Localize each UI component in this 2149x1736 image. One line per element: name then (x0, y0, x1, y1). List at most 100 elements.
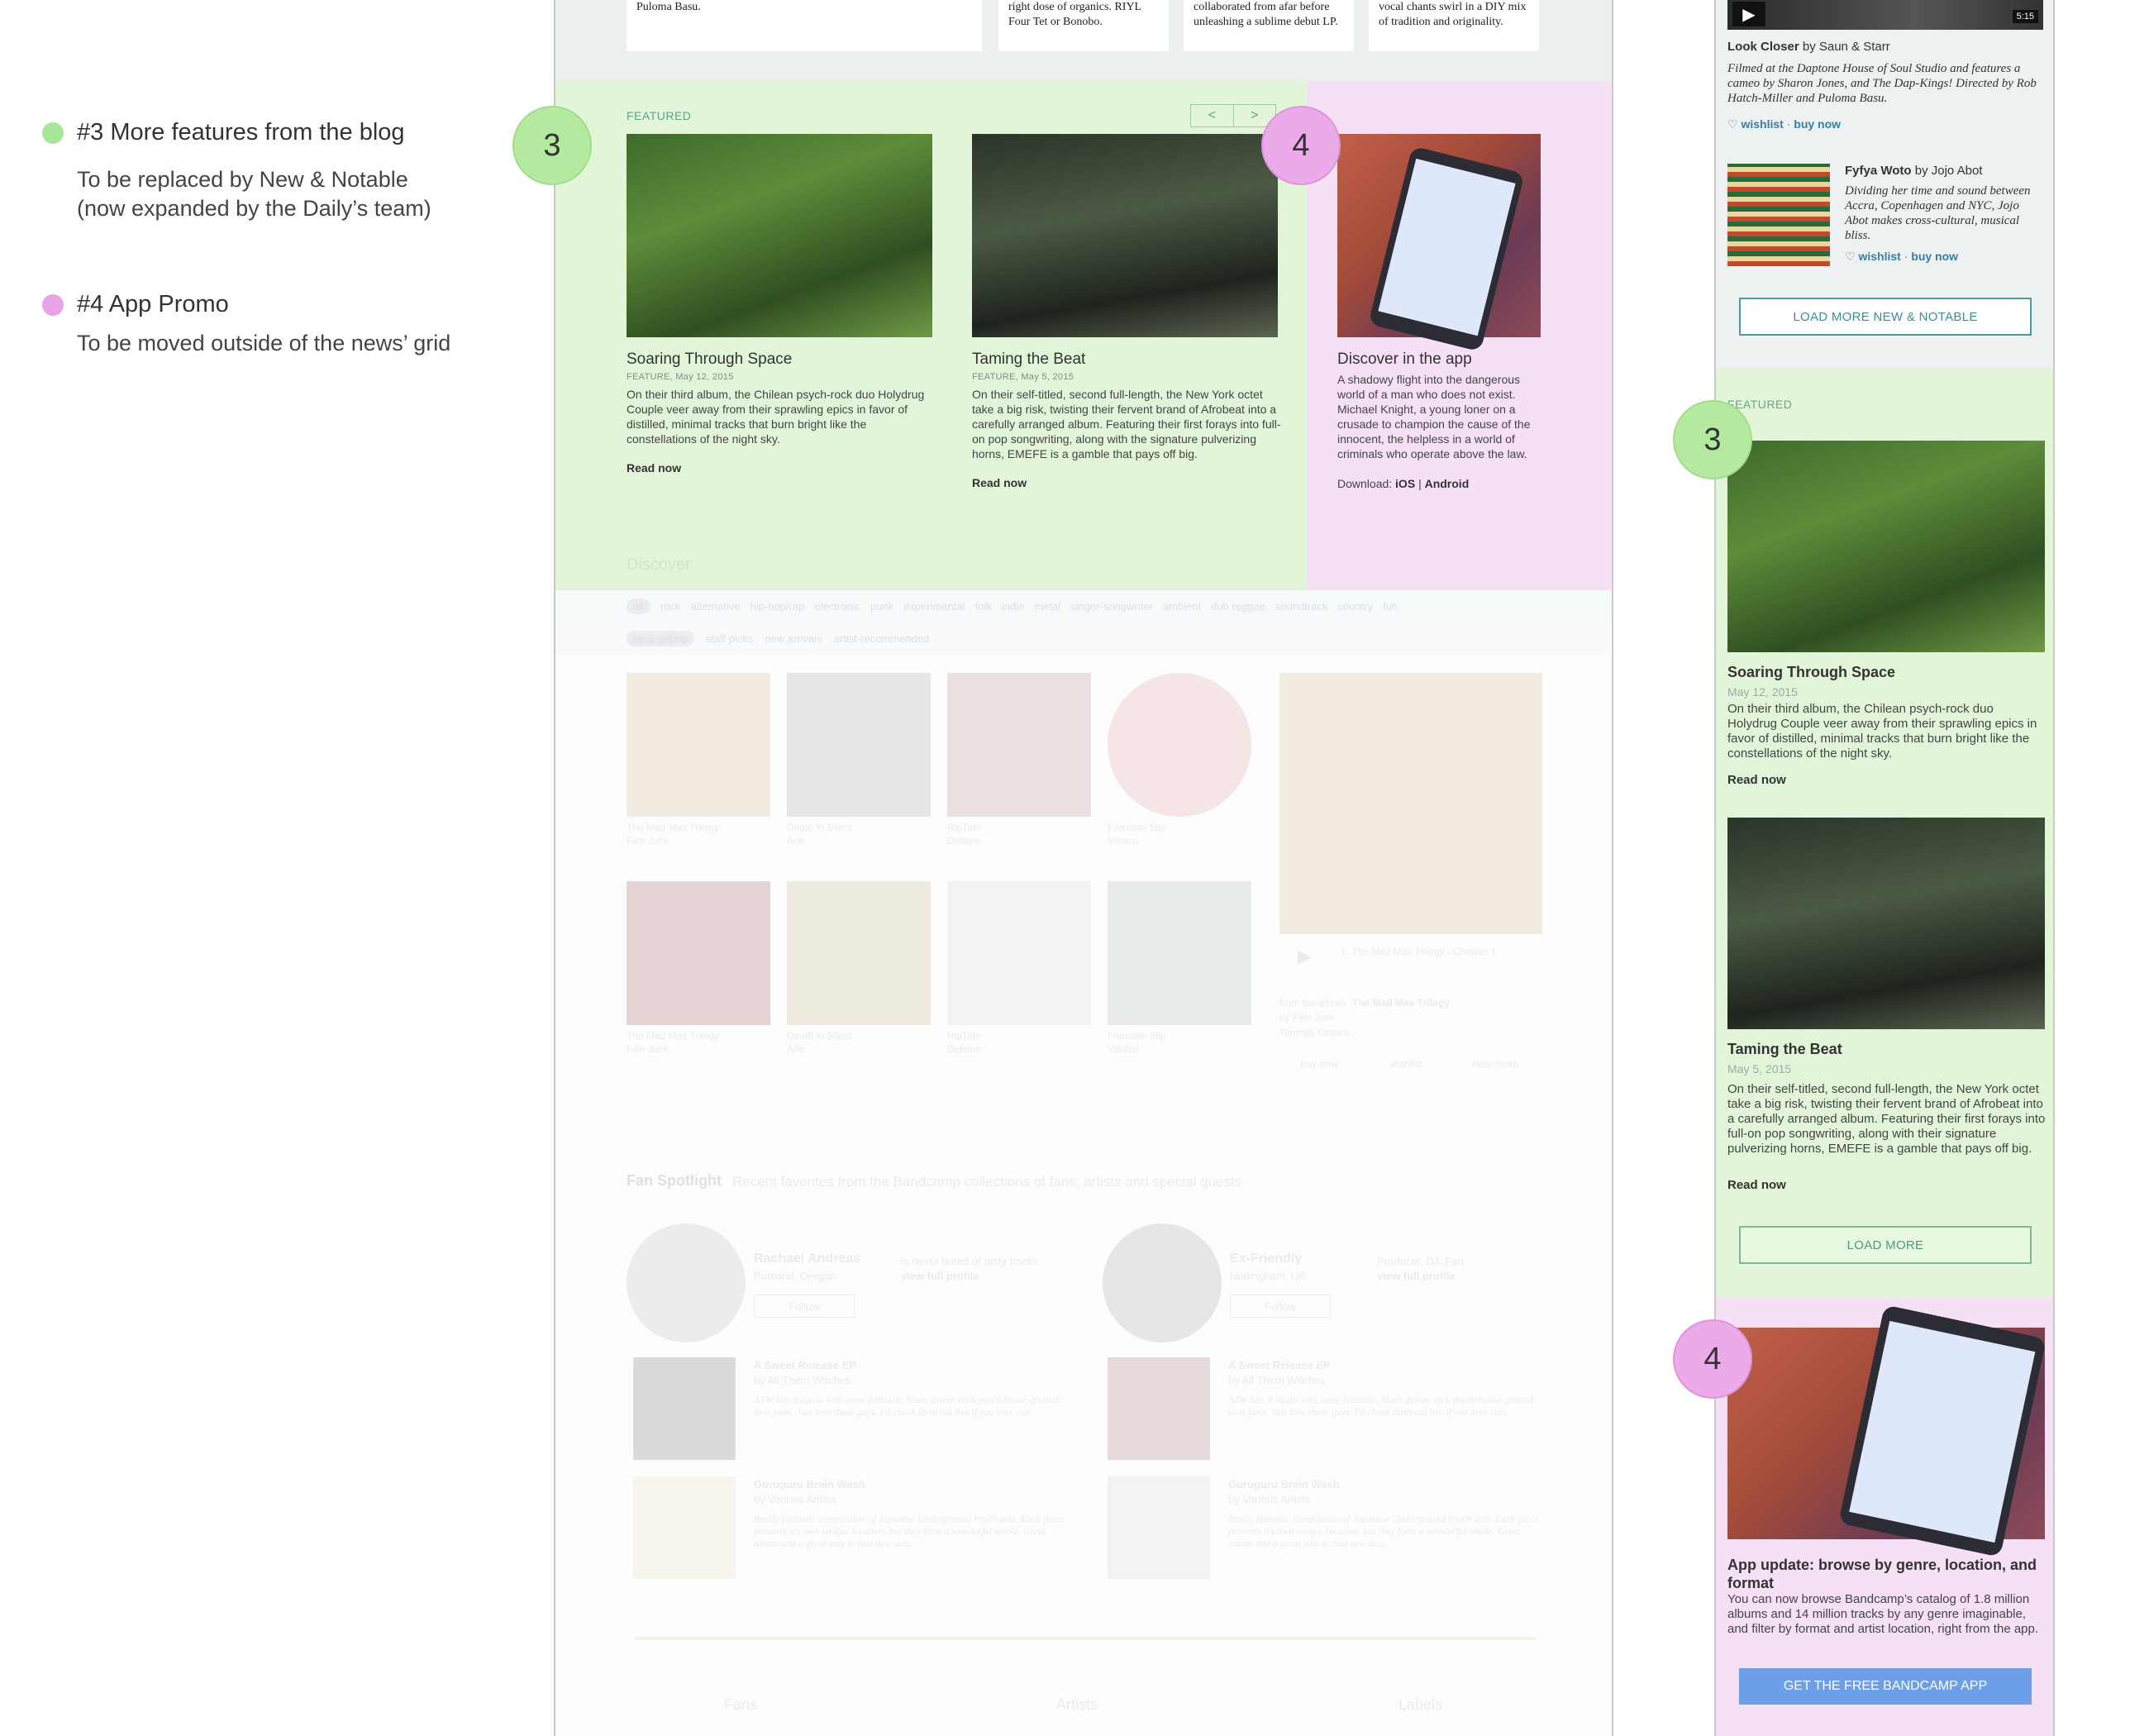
album-cover[interactable] (1108, 673, 1251, 817)
fan-profile-link[interactable]: view full profile (1377, 1270, 1456, 1282)
feature-read-now-soaring[interactable]: Read now (627, 461, 681, 475)
player-buy-button[interactable]: buy now (1301, 1058, 1338, 1070)
load-more-new-notable-button[interactable]: LOAD MORE NEW & NOTABLE (1739, 298, 2032, 336)
bottom-tab-fans[interactable]: Fans (724, 1696, 757, 1714)
mobile-app-promo-image[interactable] (1727, 1304, 2047, 1557)
bottom-tab-labels[interactable]: Labels (1399, 1696, 1442, 1714)
genre-chip[interactable]: soundtrack (1275, 600, 1328, 613)
player-cover[interactable] (1279, 673, 1542, 934)
album-artist: Delaine (947, 1043, 981, 1055)
video-thumbnail[interactable]: ▶ 5:15 (1727, 0, 2043, 30)
app-promo-image[interactable] (1337, 134, 1541, 352)
wishlist-link[interactable]: wishlist (1741, 117, 1783, 131)
play-icon[interactable]: ▶ (1732, 2, 1765, 26)
fan-avatar[interactable] (1103, 1223, 1222, 1343)
wishlist-link[interactable]: wishlist (1858, 250, 1900, 263)
mobile-feature-title-taming[interactable]: Taming the Beat (1727, 1041, 1842, 1058)
album-cover[interactable] (627, 881, 770, 1025)
mobile-featured-zone: FEATURED Soaring Through Space May 12, 2… (1716, 368, 2053, 1298)
release-cover[interactable] (1108, 1357, 1210, 1460)
get-free-app-button[interactable]: GET THE FREE BANDCAMP APP (1739, 1668, 2032, 1705)
nn-item-2-title[interactable]: Fyfya Woto (1845, 164, 1912, 178)
release-title[interactable]: A Sweet Release EP (754, 1359, 856, 1371)
mobile-feature-image-taming[interactable] (1727, 818, 2045, 1029)
album-title[interactable]: The Mad Max Trilogy (627, 822, 719, 833)
feature-image-taming[interactable] (972, 134, 1278, 337)
player-album[interactable]: The Mad Max Trilogy (1352, 997, 1450, 1009)
genre-chip[interactable]: alternative (691, 600, 741, 613)
heart-icon[interactable]: ♡ (1727, 117, 1738, 131)
sort-chip[interactable]: artist-recommended (834, 632, 930, 645)
album-title[interactable]: Freudian Slip (1108, 1030, 1166, 1042)
genre-chip[interactable]: singer-songwriter (1070, 600, 1153, 613)
album-cover[interactable] (1108, 881, 1251, 1025)
genre-chip[interactable]: electronic (814, 600, 860, 613)
load-more-featured-button[interactable]: LOAD MORE (1739, 1226, 2032, 1264)
mobile-feature-image-soaring[interactable] (1727, 441, 2045, 652)
bottom-tab-artists[interactable]: Artists (1056, 1696, 1098, 1714)
genre-chip[interactable]: dub reggae (1211, 600, 1265, 613)
genre-chip[interactable]: punk (870, 600, 893, 613)
fan-name[interactable]: Rachael Andreas (754, 1252, 860, 1266)
album-title[interactable]: Death In Silent (787, 822, 852, 833)
release-title[interactable]: Guruguru Brain Wash (754, 1478, 865, 1490)
genre-chip[interactable]: ambient (1163, 600, 1201, 613)
genre-chip[interactable]: all (627, 598, 651, 614)
feature-image-soaring[interactable] (627, 134, 932, 337)
top-card-3: collaborated from afar before unleashing… (1184, 0, 1354, 51)
mobile-feature-read-now-taming[interactable]: Read now (1727, 1178, 1786, 1192)
release-title[interactable]: Guruguru Brain Wash (1228, 1478, 1340, 1490)
action-dot: · (1904, 250, 1908, 263)
app-promo-title[interactable]: Discover in the app (1337, 351, 1472, 369)
album-title[interactable]: The Mad Max Trilogy (627, 1030, 719, 1042)
fan-follow-button[interactable]: Follow (1230, 1295, 1331, 1318)
album-cover[interactable] (947, 881, 1091, 1025)
mobile-feature-read-now-soaring[interactable]: Read now (1727, 773, 1786, 787)
fan-follow-button[interactable]: Follow (754, 1295, 855, 1318)
album-title[interactable]: RipTide (947, 1030, 981, 1042)
player-hear-more-button[interactable]: hear more (1473, 1058, 1518, 1070)
sort-chip[interactable]: staff picks (706, 632, 754, 645)
fan-name[interactable]: Ex-Friendly (1230, 1252, 1302, 1266)
genre-chip[interactable]: country (1337, 600, 1373, 613)
pager-prev-button[interactable]: < (1191, 105, 1233, 126)
fan-profile-link[interactable]: view full profile (901, 1270, 979, 1282)
genre-chip[interactable]: fun (1383, 600, 1398, 613)
genre-chip[interactable]: indie (1002, 600, 1024, 613)
mobile-feature-title-soaring[interactable]: Soaring Through Space (1727, 664, 1895, 681)
featured-pager: < > (1190, 104, 1276, 127)
feature-title-taming[interactable]: Taming the Beat (972, 351, 1085, 369)
release-cover[interactable] (633, 1476, 736, 1579)
genre-chip[interactable]: folk (975, 600, 992, 613)
sort-chip[interactable]: best-selling (627, 630, 694, 646)
nn-item-1-title[interactable]: Look Closer (1727, 40, 1799, 54)
album-cover[interactable] (787, 881, 931, 1025)
buy-now-link[interactable]: buy now (1911, 250, 1958, 263)
release-cover[interactable] (633, 1357, 736, 1460)
play-icon[interactable]: ▶ (1298, 946, 1312, 967)
feature-title-soaring[interactable]: Soaring Through Space (627, 351, 792, 369)
album-cover[interactable] (627, 673, 770, 817)
album-title[interactable]: RipTide (947, 822, 981, 833)
fan-avatar[interactable] (627, 1223, 746, 1343)
album-cover[interactable] (947, 673, 1091, 817)
album-title[interactable]: Freudian Slip (1108, 822, 1166, 833)
heart-icon[interactable]: ♡ (1845, 250, 1856, 263)
release-cover[interactable] (1108, 1476, 1210, 1579)
album-cover[interactable] (787, 673, 931, 817)
genre-chip[interactable]: hip-hop/rap (750, 600, 805, 613)
sort-chip[interactable]: new arrivals (765, 632, 822, 645)
release-text: ATW hits it again with some fantastic, b… (754, 1394, 1062, 1418)
ios-link[interactable]: iOS (1395, 477, 1415, 490)
genre-chip[interactable]: metal (1034, 600, 1060, 613)
album-title[interactable]: Death In Silent (787, 1030, 852, 1042)
feature-read-now-taming[interactable]: Read now (972, 476, 1027, 489)
genre-chip[interactable]: experimental (903, 600, 965, 613)
release-title[interactable]: A Sweet Release EP (1228, 1359, 1331, 1371)
buy-now-link[interactable]: buy now (1794, 117, 1841, 131)
player-wishlist-button[interactable]: wishlist (1390, 1058, 1422, 1070)
nn-item-2-cover[interactable] (1727, 164, 1830, 266)
release-text: Really fantastic compilation of Japanese… (754, 1513, 1065, 1549)
android-link[interactable]: Android (1425, 477, 1470, 490)
genre-chip[interactable]: rock (660, 600, 681, 613)
